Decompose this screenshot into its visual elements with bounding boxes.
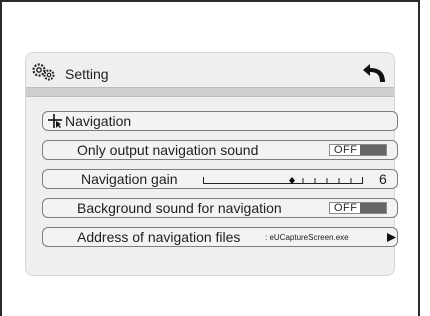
toggle-knob: [360, 145, 386, 155]
slider-thumb: [289, 177, 295, 184]
row-background-sound-for-navigation[interactable]: Background sound for navigation OFF: [42, 198, 398, 218]
header-bar: [26, 87, 394, 97]
navigation-gain-value: 6: [379, 171, 387, 187]
toggle-background-sound[interactable]: OFF: [329, 202, 387, 214]
row-only-output-navigation-sound[interactable]: Only output navigation sound OFF: [42, 140, 398, 160]
row-label: Address of navigation files: [77, 229, 241, 245]
row-label: Navigation gain: [81, 171, 178, 187]
toggle-state: OFF: [334, 202, 358, 214]
right-arrow-icon[interactable]: [387, 233, 396, 242]
row-address-of-navigation-files[interactable]: Address of navigation files : eUCaptureS…: [42, 227, 398, 247]
row-label: Only output navigation sound: [77, 142, 259, 158]
row-label: Navigation: [65, 113, 132, 129]
back-arrow-icon[interactable]: [361, 62, 387, 84]
window-frame-top: [0, 0, 420, 2]
settings-panel: Setting Navigation Only output navigatio…: [25, 52, 398, 276]
row-label: Background sound for navigation: [77, 200, 282, 216]
window-frame-left: [0, 0, 2, 316]
navigation-files-value: : eUCaptureScreen.exe: [265, 233, 349, 242]
toggle-state: OFF: [334, 144, 358, 156]
row-navigation-gain[interactable]: Navigation gain 6: [42, 169, 398, 189]
navigation-crosshair-icon: [48, 114, 62, 128]
page-title: Setting: [65, 66, 109, 82]
row-navigation[interactable]: Navigation: [42, 111, 398, 131]
window-frame-right: [418, 0, 420, 316]
gear-icon: [32, 63, 55, 81]
toggle-only-output-navigation-sound[interactable]: OFF: [329, 144, 387, 156]
toggle-knob: [360, 203, 386, 213]
navigation-gain-slider[interactable]: [203, 177, 363, 184]
